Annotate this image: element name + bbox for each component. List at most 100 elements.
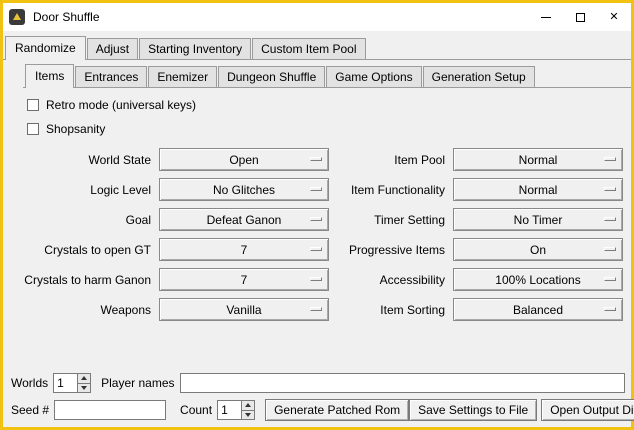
- dropdown-indicator-icon: [604, 217, 616, 221]
- items-tab-page: Retro mode (universal keys) Shopsanity W…: [3, 88, 631, 367]
- logic-level-label: Logic Level: [13, 183, 153, 197]
- progressive-items-dropdown[interactable]: On: [453, 238, 623, 261]
- maximize-icon: [576, 13, 585, 22]
- tab-dungeon-shuffle[interactable]: Dungeon Shuffle: [218, 66, 325, 87]
- maximize-button[interactable]: [563, 3, 597, 31]
- worlds-input[interactable]: [53, 373, 77, 393]
- count-spin-up[interactable]: [241, 400, 255, 411]
- world-state-dropdown[interactable]: Open: [159, 148, 329, 171]
- tab-items[interactable]: Items: [25, 64, 74, 88]
- weapons-value: Vanilla: [226, 303, 261, 317]
- item-sorting-label: Item Sorting: [335, 303, 447, 317]
- tab-game-options[interactable]: Game Options: [326, 66, 421, 87]
- logic-level-dropdown[interactable]: No Glitches: [159, 178, 329, 201]
- count-label: Count: [180, 403, 212, 417]
- tab-adjust[interactable]: Adjust: [87, 38, 138, 59]
- dropdown-indicator-icon: [310, 247, 322, 251]
- tab-randomize[interactable]: Randomize: [5, 36, 86, 60]
- retro-mode-checkbox[interactable]: [27, 99, 39, 111]
- count-spin-buttons: [241, 400, 255, 420]
- goal-label: Goal: [13, 213, 153, 227]
- dropdown-indicator-icon: [310, 187, 322, 191]
- seed-label: Seed #: [11, 403, 49, 417]
- door-shuffle-window: Door Shuffle ✕ Randomize Adjust Starting…: [0, 0, 634, 430]
- dropdown-indicator-icon: [604, 157, 616, 161]
- sub-tab-bar: Items Entrances Enemizer Dungeon Shuffle…: [23, 63, 631, 88]
- footer: Worlds Player names Seed # Count: [3, 367, 631, 427]
- save-settings-button[interactable]: Save Settings to File: [409, 399, 537, 421]
- accessibility-dropdown[interactable]: 100% Locations: [453, 268, 623, 291]
- tab-enemizer[interactable]: Enemizer: [148, 66, 217, 87]
- shopsanity-checkbox[interactable]: [27, 123, 39, 135]
- dropdown-indicator-icon: [604, 277, 616, 281]
- tab-starting-inventory[interactable]: Starting Inventory: [139, 38, 251, 59]
- retro-mode-label: Retro mode (universal keys): [46, 98, 196, 112]
- open-output-directory-button[interactable]: Open Output Directory: [541, 399, 634, 421]
- worlds-spin-up[interactable]: [77, 373, 91, 384]
- shopsanity-label: Shopsanity: [46, 122, 105, 136]
- item-pool-value: Normal: [519, 153, 558, 167]
- player-names-input[interactable]: [180, 373, 626, 393]
- app-icon: [9, 9, 25, 25]
- count-input[interactable]: [217, 400, 241, 420]
- item-pool-label: Item Pool: [335, 153, 447, 167]
- settings-grid: World State Open Item Pool Normal Logic …: [13, 148, 625, 321]
- worlds-spin-down[interactable]: [77, 384, 91, 394]
- crystals-ganon-label: Crystals to harm Ganon: [13, 273, 153, 287]
- close-button[interactable]: ✕: [597, 3, 631, 31]
- spin-up-icon: [245, 403, 251, 407]
- retro-mode-row: Retro mode (universal keys): [27, 98, 625, 112]
- world-state-value: Open: [229, 153, 258, 167]
- title-bar[interactable]: Door Shuffle ✕: [3, 3, 631, 31]
- timer-setting-label: Timer Setting: [335, 213, 447, 227]
- logic-level-value: No Glitches: [213, 183, 275, 197]
- minimize-button[interactable]: [529, 3, 563, 31]
- weapons-label: Weapons: [13, 303, 153, 317]
- dropdown-indicator-icon: [310, 277, 322, 281]
- player-names-label: Player names: [101, 376, 174, 390]
- dropdown-indicator-icon: [310, 157, 322, 161]
- accessibility-label: Accessibility: [335, 273, 447, 287]
- item-sorting-dropdown[interactable]: Balanced: [453, 298, 623, 321]
- world-state-label: World State: [13, 153, 153, 167]
- goal-dropdown[interactable]: Defeat Ganon: [159, 208, 329, 231]
- tab-entrances[interactable]: Entrances: [75, 66, 147, 87]
- crystals-gt-value: 7: [241, 243, 248, 257]
- item-functionality-label: Item Functionality: [335, 183, 447, 197]
- worlds-row: Worlds Player names: [11, 373, 625, 393]
- dropdown-indicator-icon: [604, 187, 616, 191]
- generate-patched-rom-button[interactable]: Generate Patched Rom: [265, 399, 409, 421]
- spin-up-icon: [81, 376, 87, 380]
- dropdown-indicator-icon: [604, 247, 616, 251]
- progressive-items-value: On: [530, 243, 546, 257]
- crystals-gt-label: Crystals to open GT: [13, 243, 153, 257]
- crystals-gt-dropdown[interactable]: 7: [159, 238, 329, 261]
- timer-setting-dropdown[interactable]: No Timer: [453, 208, 623, 231]
- goal-value: Defeat Ganon: [207, 213, 282, 227]
- main-tab-bar: Randomize Adjust Starting Inventory Cust…: [3, 35, 631, 60]
- dropdown-indicator-icon: [310, 307, 322, 311]
- accessibility-value: 100% Locations: [495, 273, 580, 287]
- seed-row: Seed # Count Generate Patched Rom Save S…: [11, 399, 625, 421]
- seed-input[interactable]: [54, 400, 166, 420]
- worlds-spin-buttons: [77, 373, 91, 393]
- tab-custom-item-pool[interactable]: Custom Item Pool: [252, 38, 365, 59]
- dropdown-indicator-icon: [310, 217, 322, 221]
- crystals-ganon-value: 7: [241, 273, 248, 287]
- window-title: Door Shuffle: [33, 10, 529, 24]
- crystals-ganon-dropdown[interactable]: 7: [159, 268, 329, 291]
- tab-generation-setup[interactable]: Generation Setup: [423, 66, 535, 87]
- timer-setting-value: No Timer: [514, 213, 563, 227]
- count-spinner: [217, 400, 255, 420]
- worlds-spinner: [53, 373, 91, 393]
- item-functionality-dropdown[interactable]: Normal: [453, 178, 623, 201]
- count-spin-down[interactable]: [241, 411, 255, 421]
- shopsanity-row: Shopsanity: [27, 122, 625, 136]
- progressive-items-label: Progressive Items: [335, 243, 447, 257]
- weapons-dropdown[interactable]: Vanilla: [159, 298, 329, 321]
- dropdown-indicator-icon: [604, 307, 616, 311]
- item-functionality-value: Normal: [519, 183, 558, 197]
- item-sorting-value: Balanced: [513, 303, 563, 317]
- minimize-icon: [541, 17, 551, 18]
- item-pool-dropdown[interactable]: Normal: [453, 148, 623, 171]
